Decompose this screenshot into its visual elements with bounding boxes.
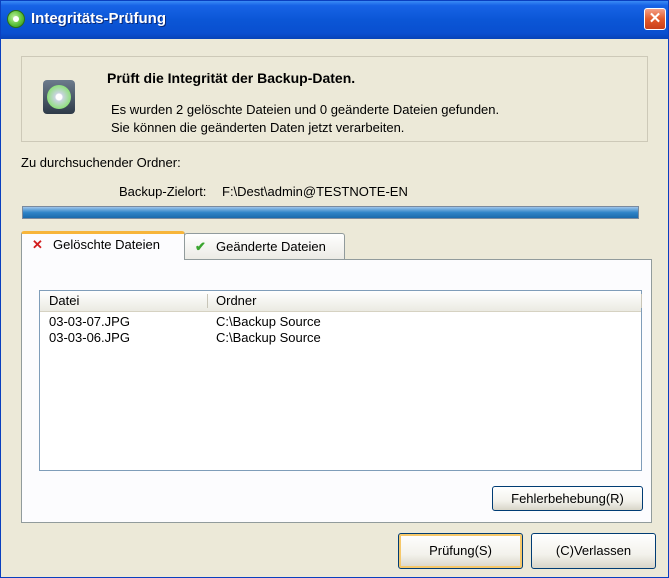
info-text-line-2: Sie können die geänderten Daten jetzt ve… <box>111 120 405 135</box>
info-title: Prüft die Integrität der Backup-Daten. <box>107 70 356 86</box>
title-bar[interactable]: Integritäts-Prüfung ✕ <box>1 1 668 39</box>
file-name-cell: 03-03-06.JPG <box>49 330 130 345</box>
column-header-file[interactable]: Datei <box>49 293 79 308</box>
tab-label: Gelöschte Dateien <box>53 237 160 252</box>
window-title: Integritäts-Prüfung <box>31 10 166 27</box>
fix-errors-button[interactable]: Fehlerbehebung(R) <box>492 486 643 511</box>
search-folder-label: Zu durchsuchender Ordner: <box>21 155 181 170</box>
tab-label: Geänderte Dateien <box>216 239 326 254</box>
tab-changed-files[interactable]: ✔ Geänderte Dateien <box>184 233 345 259</box>
check-icon: ✔ <box>195 239 206 254</box>
list-header: Datei Ordner <box>40 291 642 312</box>
backup-target-path: F:\Dest\admin@TESTNOTE-EN <box>222 184 408 199</box>
dialog-window: Integritäts-Prüfung ✕ Prüft die Integrit… <box>0 0 669 578</box>
folder-cell: C:\Backup Source <box>216 314 321 329</box>
progress-bar <box>22 206 639 219</box>
close-button[interactable]: ✕ <box>644 8 666 30</box>
file-name-cell: 03-03-07.JPG <box>49 314 130 329</box>
check-button[interactable]: Prüfung(S) <box>398 533 523 569</box>
tab-deleted-files[interactable]: ✕ Gelöschte Dateien <box>21 231 185 260</box>
info-panel: Prüft die Integrität der Backup-Daten. E… <box>21 56 648 142</box>
file-list[interactable]: Datei Ordner 03-03-07.JPG C:\Backup Sour… <box>39 290 642 471</box>
backup-disc-icon <box>43 80 75 114</box>
app-icon <box>7 10 25 28</box>
progress-fill <box>23 207 638 218</box>
tab-panel: Datei Ordner 03-03-07.JPG C:\Backup Sour… <box>21 259 652 523</box>
info-text-line-1: Es wurden 2 gelöschte Dateien und 0 geän… <box>111 102 500 117</box>
folder-cell: C:\Backup Source <box>216 330 321 345</box>
exit-button[interactable]: (C)Verlassen <box>531 533 656 569</box>
x-icon: ✕ <box>32 237 43 252</box>
backup-target-label: Backup-Zielort: <box>119 184 207 199</box>
column-header-folder[interactable]: Ordner <box>216 293 256 308</box>
